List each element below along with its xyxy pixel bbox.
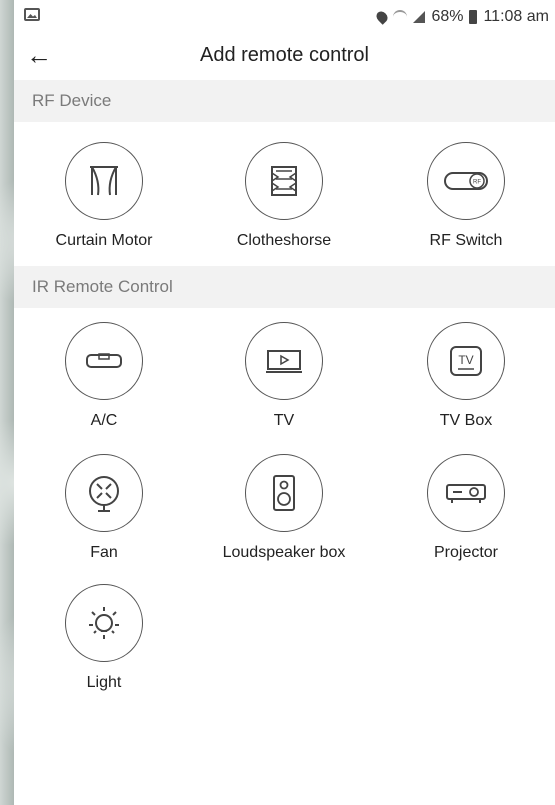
image-notification-icon	[24, 8, 40, 21]
section-header-rf-device: RF Device	[14, 80, 555, 122]
projector-icon	[427, 454, 505, 532]
curtain-icon	[65, 142, 143, 220]
ir-remote-grid: A/C TV TV TV Box Fan Loudspeaker box Pro…	[14, 308, 555, 768]
clock: 11:08 am	[483, 8, 549, 25]
battery-percent: 68%	[431, 8, 464, 25]
device-light[interactable]: Light	[14, 584, 194, 692]
device-label: Clotheshorse	[236, 232, 332, 249]
rf-switch-icon: RF	[427, 142, 505, 220]
device-projector[interactable]: Projector	[376, 454, 555, 562]
tv-icon	[245, 322, 323, 400]
location-icon	[374, 9, 391, 25]
device-label: TV	[273, 412, 295, 429]
ac-icon	[65, 322, 143, 400]
fan-icon	[65, 454, 143, 532]
device-rf-switch[interactable]: RF RF Switch	[376, 142, 555, 250]
device-fan[interactable]: Fan	[14, 454, 194, 562]
device-label: Loudspeaker box	[222, 544, 346, 561]
loudspeaker-icon	[245, 454, 323, 532]
device-label: Projector	[433, 544, 499, 561]
rf-device-grid: Curtain Motor Clotheshorse RF RF Switch	[14, 122, 555, 266]
device-ac[interactable]: A/C	[14, 322, 194, 430]
light-icon	[65, 584, 143, 662]
device-clotheshorse[interactable]: Clotheshorse	[194, 142, 374, 250]
status-bar: 68% 11:08 am	[14, 0, 555, 34]
wifi-icon	[393, 10, 408, 24]
device-curtain-motor[interactable]: Curtain Motor	[14, 142, 194, 250]
app-screen: 68% 11:08 am ← Add remote control RF Dev…	[14, 0, 555, 805]
svg-text:TV: TV	[458, 353, 473, 367]
svg-text:RF: RF	[473, 180, 481, 186]
status-icons: 68% 11:08 am	[374, 8, 549, 26]
device-label: Curtain Motor	[55, 232, 153, 249]
device-label: RF Switch	[429, 232, 503, 249]
page-title: Add remote control	[200, 44, 369, 66]
signal-icon	[413, 11, 426, 23]
device-label: TV Box	[439, 412, 493, 429]
device-tv-box[interactable]: TV TV Box	[376, 322, 555, 430]
clotheshorse-icon	[245, 142, 323, 220]
device-loudspeaker-box[interactable]: Loudspeaker box	[194, 454, 374, 562]
app-header: ← Add remote control	[14, 34, 555, 80]
tv-box-icon: TV	[427, 322, 505, 400]
device-label: Light	[86, 674, 122, 691]
device-tv[interactable]: TV	[194, 322, 374, 430]
section-header-ir-remote: IR Remote Control	[14, 266, 555, 308]
battery-icon	[469, 10, 478, 24]
device-label: A/C	[90, 412, 118, 429]
device-label: Fan	[90, 544, 118, 561]
